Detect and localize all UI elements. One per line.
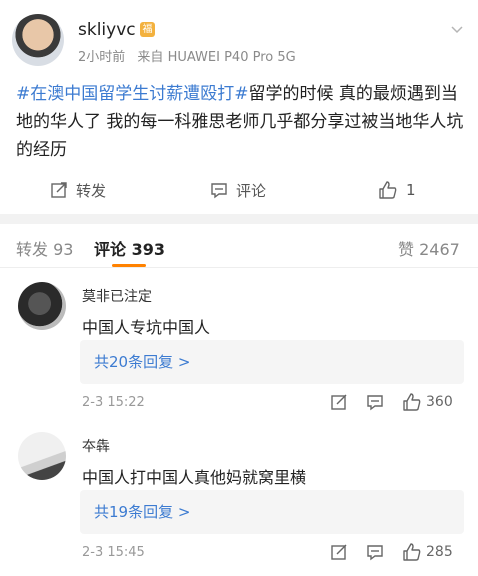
- post-card: skliyvc 福 2小时前 来自 HUAWEI P40 Pro 5G #在澳中…: [0, 0, 478, 214]
- replies-link[interactable]: 共19条回复 >: [80, 490, 464, 534]
- like-count: 285: [426, 544, 453, 560]
- post-meta: 2小时前 来自 HUAWEI P40 Pro 5G: [78, 46, 296, 65]
- repost-icon: [331, 544, 347, 560]
- post-source: HUAWEI P40 Pro 5G: [167, 50, 296, 65]
- comment-text: 中国人专坑中国人: [82, 318, 211, 337]
- tab-like[interactable]: 赞 2467: [398, 236, 460, 260]
- comment-label: 评论: [236, 181, 267, 200]
- repost-icon: [51, 182, 67, 198]
- comment-actions: 285: [330, 542, 453, 562]
- comment-text: 中国人打中国人真他妈就窝里横: [82, 468, 307, 487]
- repost-button[interactable]: [330, 543, 348, 561]
- member-badge: 福: [140, 22, 155, 37]
- comment-icon: [211, 183, 227, 199]
- thumbs-up-icon: [379, 181, 397, 199]
- comment-actions: 360: [330, 392, 453, 412]
- chevron-down-icon[interactable]: [450, 22, 464, 36]
- replies-link[interactable]: 共20条回复 >: [80, 340, 464, 384]
- like-count: 360: [426, 394, 453, 410]
- like-button[interactable]: 1: [378, 174, 416, 206]
- section-divider: [0, 214, 478, 224]
- comment-button[interactable]: 评论: [210, 174, 266, 206]
- comment-icon: [367, 545, 383, 561]
- post-time: 2小时前: [78, 50, 126, 65]
- comment-time: 2-3 15:45: [82, 545, 145, 560]
- author-avatar[interactable]: [12, 14, 64, 66]
- commenter-name[interactable]: 夲犇: [82, 436, 110, 456]
- repost-button[interactable]: 转发: [50, 174, 106, 206]
- comment-time: 2-3 15:22: [82, 395, 145, 410]
- author-name[interactable]: skliyvc: [78, 20, 136, 40]
- hashtag-link[interactable]: #在澳中国留学生讨薪遭殴打#: [16, 84, 249, 104]
- tab-active-indicator: [112, 264, 146, 267]
- tab-comment[interactable]: 评论 393: [94, 236, 165, 260]
- thumbs-up-icon: [403, 543, 421, 561]
- post-actions: 转发 评论 1: [0, 174, 478, 206]
- reply-button[interactable]: [366, 393, 384, 411]
- repost-icon: [331, 394, 347, 410]
- like-count: 1: [406, 181, 416, 199]
- reply-button[interactable]: [366, 543, 384, 561]
- repost-button[interactable]: [330, 393, 348, 411]
- commenter-avatar[interactable]: [18, 282, 66, 330]
- like-button[interactable]: 360: [402, 392, 453, 412]
- comment-icon: [367, 395, 383, 411]
- commenter-avatar[interactable]: [18, 432, 66, 480]
- post-body: #在澳中国留学生讨薪遭殴打#留学的时候 真的最烦遇到当地的华人了 我的每一科雅思…: [16, 80, 466, 164]
- commenter-name[interactable]: 莫非已注定: [82, 286, 152, 306]
- thumbs-up-icon: [403, 393, 421, 411]
- tab-repost[interactable]: 转发 93: [16, 236, 73, 260]
- source-prefix: 来自: [137, 50, 164, 65]
- tab-bar: 转发 93 评论 393 赞 2467: [0, 224, 478, 268]
- like-button[interactable]: 285: [402, 542, 453, 562]
- repost-label: 转发: [76, 181, 107, 200]
